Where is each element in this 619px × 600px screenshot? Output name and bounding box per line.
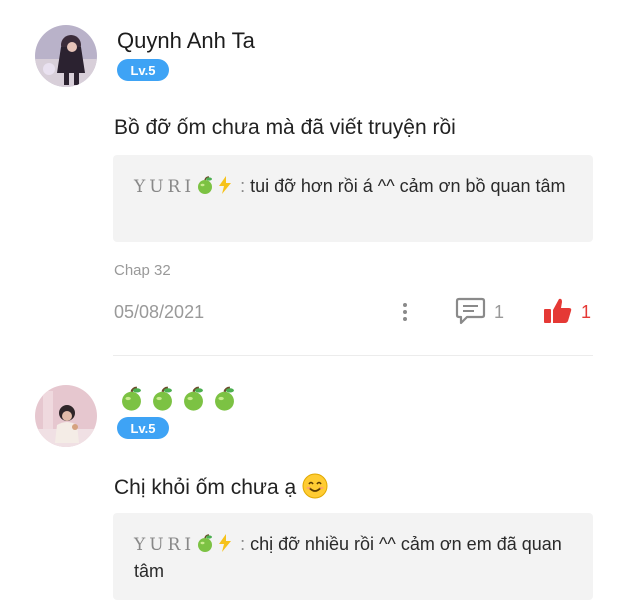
avatar[interactable] xyxy=(35,25,97,87)
username-icons[interactable] xyxy=(118,385,238,417)
username[interactable]: Quynh Anh Ta xyxy=(117,28,255,54)
more-options-icon[interactable] xyxy=(398,301,412,323)
comment-text-content: Chị khỏi ốm chưa ạ xyxy=(114,476,297,499)
comment-icon[interactable] xyxy=(455,296,486,331)
apple-icon xyxy=(195,534,215,554)
reply-author[interactable]: YURI xyxy=(134,535,195,555)
avatar[interactable] xyxy=(35,385,97,447)
apple-icon xyxy=(195,176,215,196)
comment-date: 05/08/2021 xyxy=(114,302,205,322)
reply-box: YURI : chị đỡ nhiều rồi ^^ cảm ơn em đã … xyxy=(113,513,593,600)
comment-text: Chị khỏi ốm chưa ạ xyxy=(114,473,328,500)
smiling-face-icon xyxy=(302,473,328,499)
lightning-icon xyxy=(215,534,235,554)
like-count: 1 xyxy=(581,302,592,322)
apple-icon xyxy=(118,385,145,417)
apple-icon xyxy=(211,385,238,417)
chapter-label[interactable]: Chap 32 xyxy=(114,262,171,279)
apple-icon xyxy=(180,385,207,417)
reply-box: YURI : tui đỡ hơn rồi á ^^ cảm ơn bồ qua… xyxy=(113,155,593,242)
reply-text: tui đỡ hơn rồi á ^^ cảm ơn bồ quan tâm xyxy=(250,176,566,196)
lightning-icon xyxy=(215,176,235,196)
comment-text: Bồ đỡ ốm chưa mà đã viết truyện rồi xyxy=(114,116,456,139)
reply-author[interactable]: YURI xyxy=(134,177,195,197)
apple-icon xyxy=(149,385,176,417)
divider xyxy=(113,355,593,356)
level-badge: Lv.5 xyxy=(117,417,169,439)
level-badge: Lv.5 xyxy=(117,59,169,81)
thumbs-up-icon[interactable] xyxy=(543,297,573,330)
comment-count: 1 xyxy=(494,302,505,322)
